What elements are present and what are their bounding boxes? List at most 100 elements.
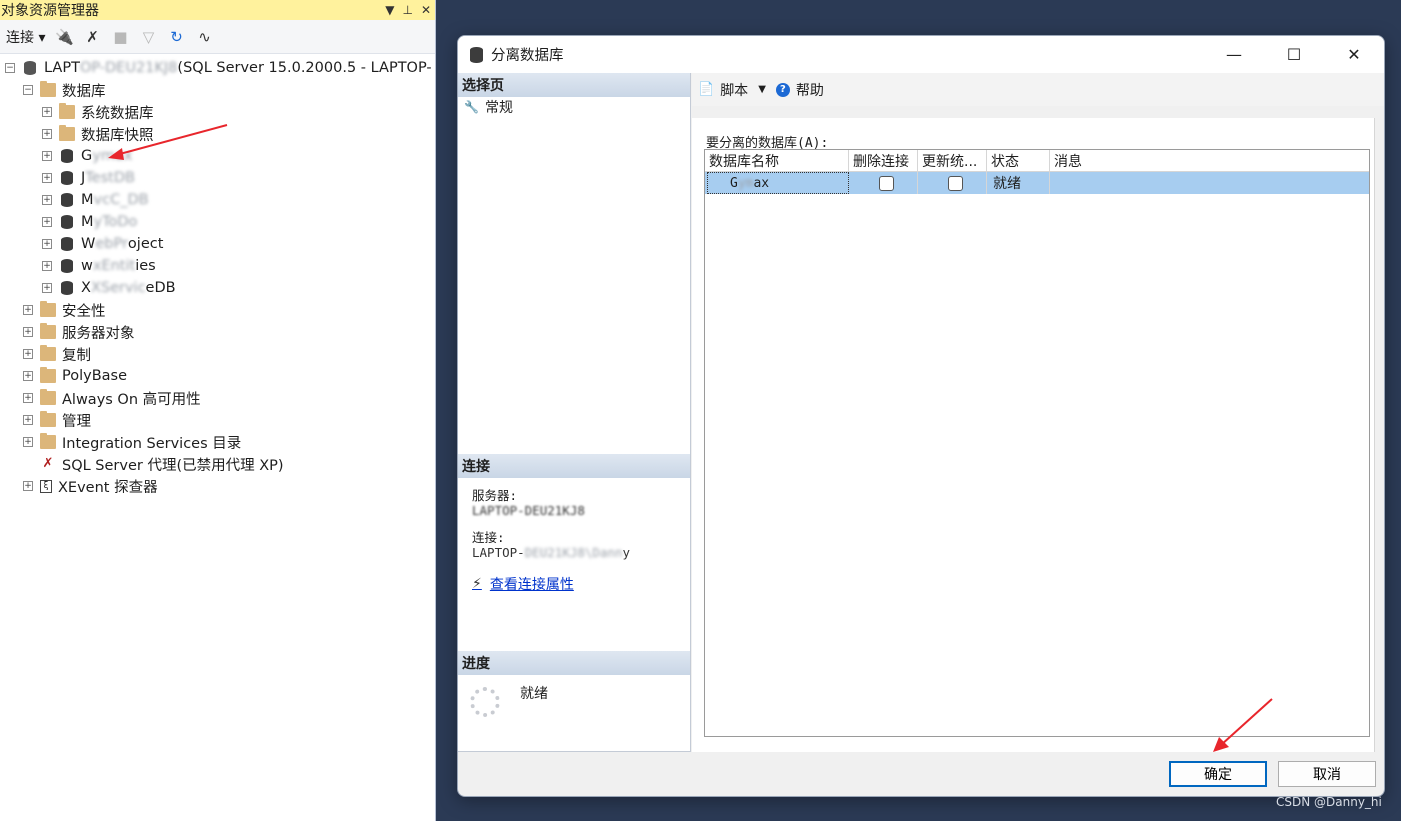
database-icon [470,46,483,63]
ok-button[interactable]: 确定 [1169,761,1267,787]
dialog-right-pane: 📄 脚本 ▼ ? 帮助 要分离的数据库(A): 数据库名称 删除连接 更新统..… [692,73,1384,752]
activity-monitor-icon[interactable]: ∿ [195,28,213,46]
tree-security-node[interactable]: + 安全性 [0,299,435,321]
connection-value: LAPTOP-DEU21KJ8\Danny [472,545,631,560]
cancel-button[interactable]: 取消 [1278,761,1376,787]
collapse-icon[interactable]: − [23,85,33,95]
column-header[interactable]: 状态 [987,150,1050,171]
object-explorer-titlebar: 对象资源管理器 ▼ ⊥ ✕ [0,0,435,20]
xevent-icon: ξ [40,479,52,493]
tree-databases-node[interactable]: − 数据库 [0,79,435,101]
tree-database-item[interactable]: + J TestDB [0,167,435,189]
tree-management-node[interactable]: + 管理 [0,409,435,431]
database-icon [61,171,73,185]
tree-database-item[interactable]: + WebPr oject [0,233,435,255]
object-explorer-tree: − LAPT OP-DEU21KJ8 (SQL Server 15.0.2000.… [0,54,435,497]
column-header[interactable]: 消息 [1050,150,1369,171]
drop-connections-cell [849,172,918,194]
tree-server-node[interactable]: − LAPT OP-DEU21KJ8 (SQL Server 15.0.2000.… [0,57,435,79]
database-icon [61,259,73,273]
server-value: LAPTOP-DEU21KJ8 [472,503,585,518]
connect-plug-icon[interactable]: 🔌 [55,28,74,46]
detach-database-dialog: 分离数据库 — ☐ ✕ 选择页 🔧 常规 连接 服务器: LAPTOP-DEU2… [457,35,1385,797]
expand-icon[interactable]: + [42,217,52,227]
dropdown-icon[interactable]: ▼ [385,3,394,17]
tree-database-snapshots-node[interactable]: + 数据库快照 [0,123,435,145]
tree-server-objects-node[interactable]: + 服务器对象 [0,321,435,343]
view-connection-properties-link[interactable]: ⚡ 查看连接属性 [458,574,690,594]
grid-header-row: 数据库名称 删除连接 更新统... 状态 消息 [705,150,1369,172]
object-explorer-panel: 对象资源管理器 ▼ ⊥ ✕ 连接 ▾ 🔌 ✗ ■ ▽ ↻ ∿ − LAPT OP-… [0,0,436,821]
progress-section: 进度 就绪 [458,651,690,717]
tree-replication-node[interactable]: + 复制 [0,343,435,365]
tree-xevent-node[interactable]: + ξ XEvent 探查器 [0,475,435,497]
help-button[interactable]: 帮助 [796,80,824,100]
folder-icon [40,345,56,361]
collapse-icon[interactable]: − [5,63,15,73]
expand-icon[interactable]: + [23,393,33,403]
close-icon[interactable]: ✕ [1324,36,1384,73]
refresh-icon[interactable]: ↻ [167,28,185,46]
tree-database-item[interactable]: + w xEntit ies [0,255,435,277]
expand-icon[interactable]: + [23,415,33,425]
minimize-icon[interactable]: — [1204,36,1264,73]
close-icon[interactable]: ✕ [421,3,431,17]
tree-always-on-node[interactable]: + Always On 高可用性 [0,387,435,409]
folder-icon [40,433,56,449]
drop-connections-checkbox[interactable] [879,175,894,191]
stop-icon[interactable]: ■ [111,28,129,46]
expand-icon[interactable]: + [42,173,52,183]
tree-polybase-node[interactable]: + PolyBase [0,365,435,387]
expand-icon[interactable]: + [42,239,52,249]
connection-header: 连接 [458,454,690,478]
tree-database-item[interactable]: + Gymax [0,145,435,167]
server-icon [24,61,36,75]
expand-icon[interactable]: + [42,151,52,161]
folder-icon [59,125,75,141]
expand-icon[interactable]: + [42,107,52,117]
script-button[interactable]: 脚本 [720,80,748,100]
pin-icon[interactable]: ⊥ [402,3,412,17]
database-icon [61,193,73,207]
tree-database-item[interactable]: + MyToDo [0,211,435,233]
progress-status: 就绪 [520,686,548,702]
object-explorer-title: 对象资源管理器 [1,3,99,19]
object-explorer-toolbar: 连接 ▾ 🔌 ✗ ■ ▽ ↻ ∿ [0,20,435,54]
column-header[interactable]: 数据库名称 [705,150,849,171]
database-name-cell[interactable]: Gym ax [707,172,849,194]
disconnect-icon[interactable]: ✗ [83,28,101,46]
expand-icon[interactable]: + [23,437,33,447]
dialog-left-pane: 选择页 🔧 常规 连接 服务器: LAPTOP-DEU21KJ8 连接: LAP… [458,73,691,752]
expand-icon[interactable]: + [23,305,33,315]
database-icon [61,149,73,163]
help-icon[interactable]: ? [775,82,790,97]
page-item-general[interactable]: 🔧 常规 [458,97,690,117]
column-header[interactable]: 删除连接 [849,150,918,171]
database-icon [61,237,73,251]
expand-icon[interactable]: + [42,195,52,205]
expand-icon[interactable]: + [23,371,33,381]
expand-icon[interactable]: + [42,261,52,271]
expand-icon[interactable]: + [42,283,52,293]
expand-icon[interactable]: + [23,481,33,491]
expand-icon[interactable]: + [23,327,33,337]
update-statistics-cell [918,172,987,194]
tree-sql-agent-node[interactable]: ✗ SQL Server 代理(已禁用代理 XP) [0,453,435,475]
tree-database-item[interactable]: + MvcC_DB [0,189,435,211]
script-dropdown-icon[interactable]: ▼ [758,84,766,95]
folder-icon [40,367,56,383]
expand-icon[interactable]: + [23,349,33,359]
maximize-icon[interactable]: ☐ [1264,36,1324,73]
column-header[interactable]: 更新统... [918,150,987,171]
script-icon[interactable]: 📄 [698,82,714,97]
table-row[interactable]: Gym ax 就绪 [705,172,1369,194]
filter-icon[interactable]: ▽ [139,28,157,46]
tree-system-databases-node[interactable]: + 系统数据库 [0,101,435,123]
update-statistics-checkbox[interactable] [948,175,963,191]
tree-database-item[interactable]: + X XServic eDB [0,277,435,299]
dialog-title: 分离数据库 [491,48,564,64]
tree-integration-services-node[interactable]: + Integration Services 目录 [0,431,435,453]
connect-button[interactable]: 连接 ▾ [6,27,45,47]
expand-icon[interactable]: + [42,129,52,139]
folder-icon [40,389,56,405]
